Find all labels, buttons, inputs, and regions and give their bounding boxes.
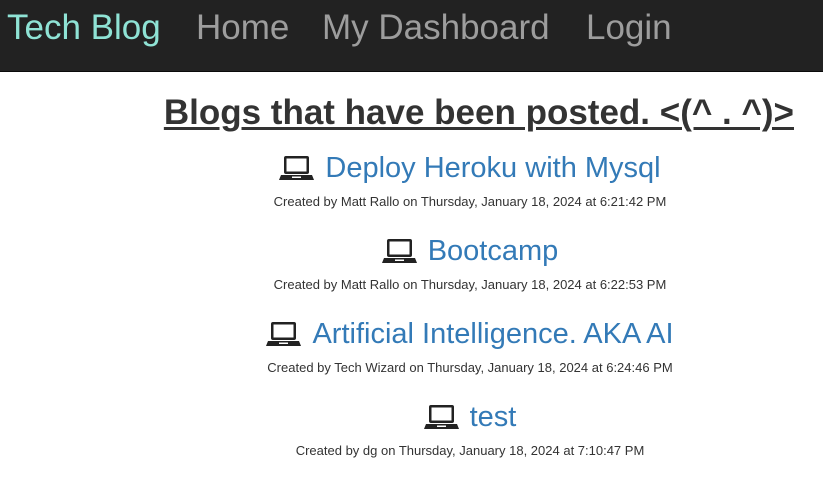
nav-login-link[interactable]: Login	[586, 8, 672, 48]
laptop-icon	[266, 322, 302, 346]
post-title-link[interactable]: Artificial Intelligence. AKA AI	[312, 317, 673, 351]
post-list: Deploy Heroku with Mysql Created by Matt…	[117, 148, 823, 480]
top-navbar: Tech Blog Home My Dashboard Login	[0, 0, 823, 72]
laptop-icon	[423, 405, 459, 429]
post-title-row: Deploy Heroku with Mysql	[117, 148, 823, 188]
post-meta: Created by Matt Rallo on Thursday, Janua…	[273, 194, 667, 209]
post-meta: Created by Tech Wizard on Thursday, Janu…	[267, 360, 673, 375]
post-title-link[interactable]: Bootcamp	[428, 234, 559, 268]
nav-home-link[interactable]: Home	[196, 8, 289, 48]
post-title-row: Artificial Intelligence. AKA AI	[117, 314, 823, 354]
post-title-link[interactable]: test	[470, 400, 517, 434]
page-heading: Blogs that have been posted. <(^ . ^)>	[163, 93, 794, 132]
brand-link[interactable]: Tech Blog	[7, 8, 161, 48]
post-meta: Created by dg on Thursday, January 18, 2…	[295, 443, 645, 458]
post-title-row: test	[117, 397, 823, 437]
post-item: Artificial Intelligence. AKA AI Created …	[117, 314, 823, 397]
post-title-link[interactable]: Deploy Heroku with Mysql	[325, 151, 660, 185]
post-item: Deploy Heroku with Mysql Created by Matt…	[117, 148, 823, 231]
laptop-icon	[279, 156, 315, 180]
post-meta: Created by Matt Rallo on Thursday, Janua…	[273, 277, 667, 292]
nav-dashboard-link[interactable]: My Dashboard	[322, 8, 550, 48]
post-item: Bootcamp Created by Matt Rallo on Thursd…	[117, 231, 823, 314]
post-item: test Created by dg on Thursday, January …	[117, 397, 823, 480]
laptop-icon	[381, 239, 417, 263]
post-title-row: Bootcamp	[117, 231, 823, 271]
